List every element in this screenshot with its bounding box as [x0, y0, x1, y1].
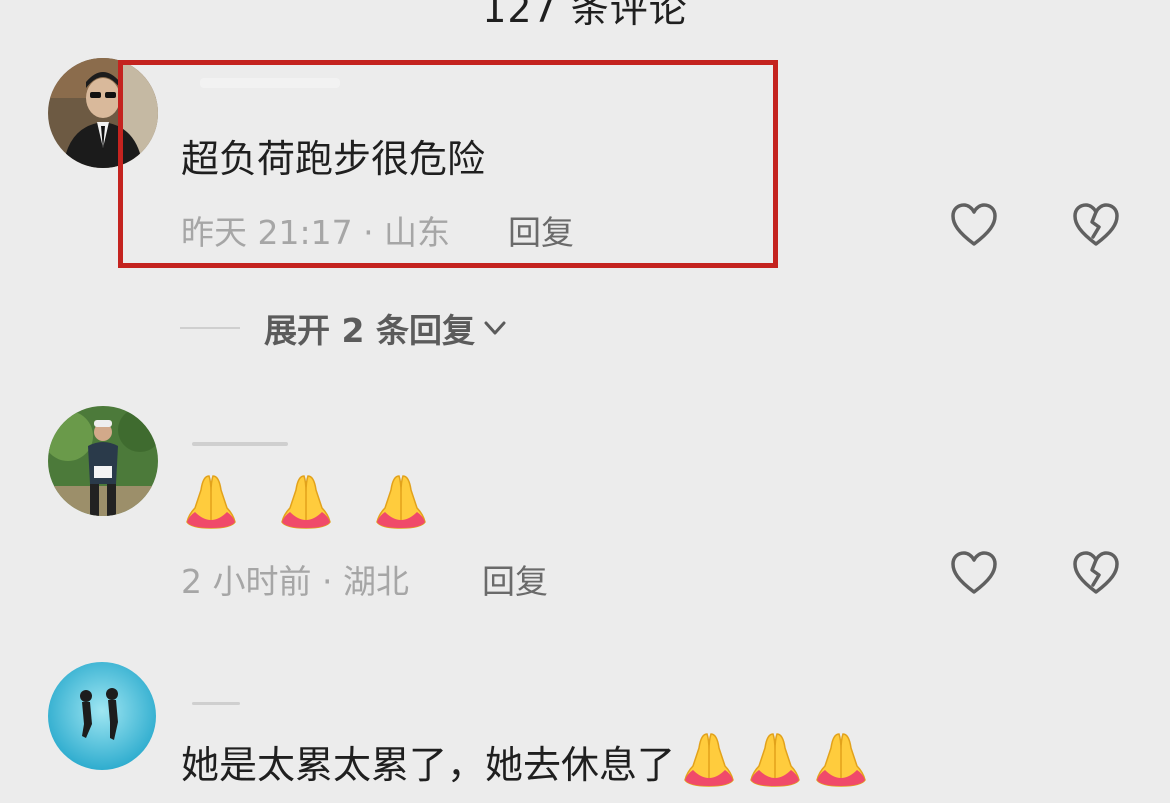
- expand-replies-row[interactable]: 展开 2 条回复: [180, 306, 509, 350]
- folded-hands-emoji: [811, 730, 871, 792]
- avatar[interactable]: [48, 406, 158, 516]
- folded-hands-emoji: [276, 472, 336, 534]
- heart-outline-icon: [951, 203, 997, 246]
- folded-hands-emoji: [181, 472, 241, 534]
- broken-heart-icon: [1073, 551, 1119, 594]
- heart-outline-icon: [951, 551, 997, 594]
- like-button[interactable]: [948, 200, 1000, 252]
- comment-text: 她是太累太累了，她去休息了: [181, 742, 676, 787]
- folded-hands-emoji: [371, 472, 431, 534]
- avatar[interactable]: [48, 662, 156, 770]
- dislike-button[interactable]: [1070, 548, 1122, 600]
- folded-hands-emoji: [679, 730, 739, 792]
- broken-heart-icon: [1073, 203, 1119, 246]
- folded-hands-emoji: [745, 730, 805, 792]
- divider: [180, 327, 240, 329]
- comment-text-row: 她是太累太累了，她去休息了: [181, 728, 871, 794]
- comment-meta: 2 小时前 · 湖北: [181, 562, 409, 601]
- comment-item: 超负荷跑步很危险 昨天 21:17 · 山东 回复 展开 2 条回复: [0, 0, 1170, 380]
- username-redacted[interactable]: [192, 702, 240, 705]
- comment-item: 2 小时前 · 湖北 回复: [0, 380, 1170, 650]
- reply-button[interactable]: 回复: [482, 555, 548, 603]
- highlight-annotation-box: [118, 60, 778, 268]
- comment-emoji-row: [181, 472, 431, 532]
- dislike-button[interactable]: [1070, 200, 1122, 252]
- username-redacted[interactable]: [192, 442, 288, 446]
- comment-item: 她是太累太累了，她去休息了: [0, 650, 1170, 803]
- expand-replies-button[interactable]: 展开 2 条回复: [264, 304, 475, 352]
- like-button[interactable]: [948, 548, 1000, 600]
- chevron-down-icon: [484, 321, 506, 335]
